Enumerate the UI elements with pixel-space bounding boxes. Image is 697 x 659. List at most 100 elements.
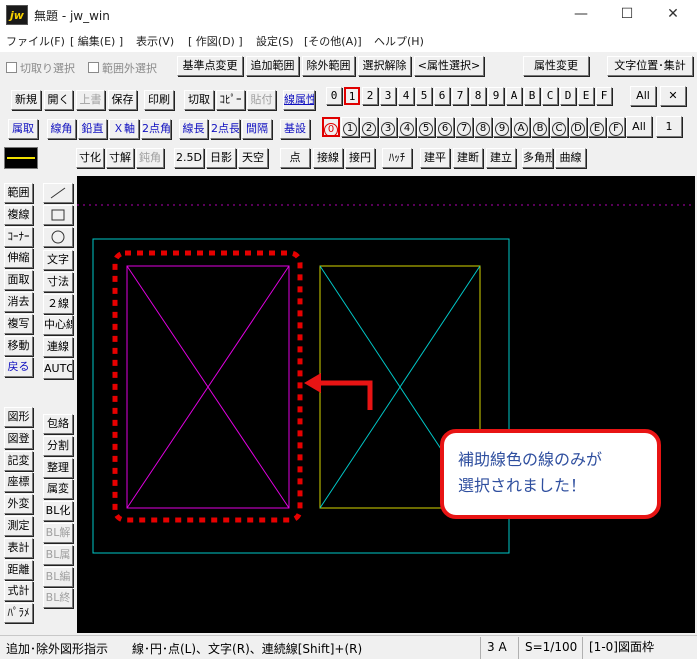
left-tool-col2-5[interactable]: AUTO — [43, 359, 73, 379]
status-scale[interactable]: S=1/100 — [518, 637, 582, 659]
left-tool-lower-9[interactable]: ﾊﾟﾗﾒ — [4, 603, 33, 624]
layer-button-2[interactable]: 2 — [360, 117, 378, 137]
layer-group-button-E[interactable]: E — [578, 87, 594, 105]
left-tool-col2-lower-6[interactable]: BL属 — [43, 544, 73, 565]
layer-group-all-button[interactable]: All — [630, 86, 656, 106]
paste-button[interactable]: 貼付 — [247, 90, 276, 110]
menu-file[interactable]: ファイル(F) — [6, 33, 65, 49]
exclude-range-button[interactable]: 除外範囲 — [302, 56, 355, 76]
layer-group-button-9[interactable]: 9 — [488, 87, 504, 105]
vertical-button[interactable]: 鉛直 — [78, 119, 107, 139]
left-tool-col2-lower-4[interactable]: BL化 — [43, 501, 73, 522]
left-tool-5[interactable]: 消去 — [4, 292, 33, 312]
layer-group-button-0[interactable]: 0 — [326, 87, 342, 105]
copy-button[interactable]: ｺﾋﾟｰ — [216, 90, 245, 110]
left-tool-lower-8[interactable]: 式計 — [4, 581, 33, 602]
left-tool-0[interactable]: 範囲 — [4, 183, 33, 203]
building-section-button[interactable]: 建断 — [453, 148, 483, 168]
attribute-select-button[interactable]: <属性選択> — [414, 56, 484, 76]
left-tool-col2-3[interactable]: 中心線 — [43, 315, 73, 336]
layer-group-button-3[interactable]: 3 — [380, 87, 396, 105]
left-tool-col2-4[interactable]: 連線 — [43, 337, 73, 358]
line-angle-button[interactable]: 線角 — [47, 119, 76, 139]
left-tool-lower-0[interactable]: 図形 — [4, 407, 33, 427]
left-tool-lower-1[interactable]: 図登 — [4, 428, 33, 449]
sun-shadow-button[interactable]: 日影 — [206, 148, 236, 168]
building-elevation-button[interactable]: 建立 — [486, 148, 516, 168]
circle-tool-icon[interactable] — [43, 227, 73, 247]
layer-group-button-F[interactable]: F — [596, 87, 612, 105]
layer-group-button-5[interactable]: 5 — [416, 87, 432, 105]
print-button[interactable]: 印刷 — [144, 90, 174, 110]
left-tool-2[interactable]: ｺｰﾅｰ — [4, 226, 33, 247]
layer-group-button-7[interactable]: 7 — [452, 87, 468, 105]
layer-button-D[interactable]: D — [569, 117, 587, 137]
minimize-button[interactable]: — — [558, 0, 604, 30]
left-tool-3[interactable]: 伸縮 — [4, 248, 33, 269]
line-tool-icon[interactable] — [43, 183, 73, 203]
left-tool-1[interactable]: 複線 — [4, 204, 33, 225]
layer-group-button-4[interactable]: 4 — [398, 87, 414, 105]
polygon-button[interactable]: 多角形 — [522, 148, 553, 168]
layer-group-button-D[interactable]: D — [560, 87, 576, 105]
text-position-total-button[interactable]: 文字位置･集計 — [607, 56, 693, 76]
left-tool-4[interactable]: 面取 — [4, 270, 33, 291]
layer-button-3[interactable]: 3 — [379, 117, 397, 137]
layer-button-A[interactable]: A — [512, 117, 530, 137]
line-length-button[interactable]: 線長 — [179, 119, 208, 139]
layer-group-button-A[interactable]: A — [506, 87, 522, 105]
view-2-5d-button[interactable]: 2.5D — [174, 148, 204, 168]
new-button[interactable]: 新規 — [11, 90, 41, 110]
dimension-setting-button[interactable]: 寸化 — [76, 148, 104, 168]
two-point-angle-button[interactable]: 2点角 — [141, 119, 171, 139]
layer-button-9[interactable]: 9 — [493, 117, 511, 137]
drawing-canvas[interactable] — [77, 176, 695, 633]
sky-view-button[interactable]: 天空 — [238, 148, 268, 168]
outside-range-select-checkbox[interactable]: 範囲外選択 — [88, 60, 157, 76]
left-tool-6[interactable]: 複写 — [4, 313, 33, 334]
layer-button-0[interactable]: 0 — [322, 117, 340, 137]
layer-group-button-B[interactable]: B — [524, 87, 540, 105]
open-button[interactable]: 開く — [44, 90, 73, 110]
base-point-change-button[interactable]: 基準点変更 — [177, 56, 243, 76]
interval-button[interactable]: 間隔 — [242, 119, 272, 139]
menu-view[interactable]: 表示(V) — [136, 33, 174, 49]
left-tool-7[interactable]: 移動 — [4, 335, 33, 356]
left-tool-col2-0[interactable]: 文字 — [43, 250, 73, 270]
maximize-button[interactable]: ☐ — [604, 0, 650, 30]
left-tool-lower-3[interactable]: 座標 — [4, 472, 33, 493]
overwrite-button[interactable]: 上書 — [76, 90, 105, 110]
menu-edit[interactable]: [ 編集(E) ] — [70, 33, 123, 49]
layer-button-6[interactable]: 6 — [436, 117, 454, 137]
attribute-get-button[interactable]: 属取 — [8, 119, 38, 139]
left-tool-lower-7[interactable]: 距離 — [4, 559, 33, 580]
layer-button-B[interactable]: B — [531, 117, 549, 137]
cut-button[interactable]: 切取 — [184, 90, 214, 110]
menu-draw[interactable]: [ 作図(D) ] — [188, 33, 243, 49]
building-plan-button[interactable]: 建平 — [420, 148, 450, 168]
obtuse-button[interactable]: 鈍角 — [136, 148, 164, 168]
layer-button-5[interactable]: 5 — [417, 117, 435, 137]
curve-button[interactable]: 曲線 — [555, 148, 586, 168]
two-point-length-button[interactable]: 2点長 — [210, 119, 240, 139]
left-tool-col2-lower-8[interactable]: BL終 — [43, 588, 73, 609]
layer-button-C[interactable]: C — [550, 117, 568, 137]
line-attribute-button[interactable]: 線属性 — [283, 90, 315, 110]
status-frame[interactable]: [1-0]図面枠 — [582, 637, 694, 659]
left-tool-col2-lower-0[interactable]: 包絡 — [43, 414, 73, 434]
tangent-circle-button[interactable]: 接円 — [345, 148, 375, 168]
layer-group-button-C[interactable]: C — [542, 87, 558, 105]
layer-group-button-6[interactable]: 6 — [434, 87, 450, 105]
layer-group-button-2[interactable]: 2 — [362, 87, 378, 105]
left-tool-col2-lower-3[interactable]: 属変 — [43, 479, 73, 500]
dimension-release-button[interactable]: 寸解 — [106, 148, 134, 168]
save-button[interactable]: 保存 — [108, 90, 137, 110]
add-range-button[interactable]: 追加範囲 — [246, 56, 299, 76]
menu-help[interactable]: ヘルプ(H) — [374, 33, 424, 49]
layer-group-button-1[interactable]: 1 — [344, 87, 360, 105]
x-axis-button[interactable]: Ｘ軸 — [109, 119, 139, 139]
left-tool-col2-lower-7[interactable]: BL編 — [43, 566, 73, 587]
left-tool-lower-2[interactable]: 記変 — [4, 450, 33, 471]
layer-button-8[interactable]: 8 — [474, 117, 492, 137]
left-tool-8[interactable]: 戻る — [4, 357, 33, 378]
